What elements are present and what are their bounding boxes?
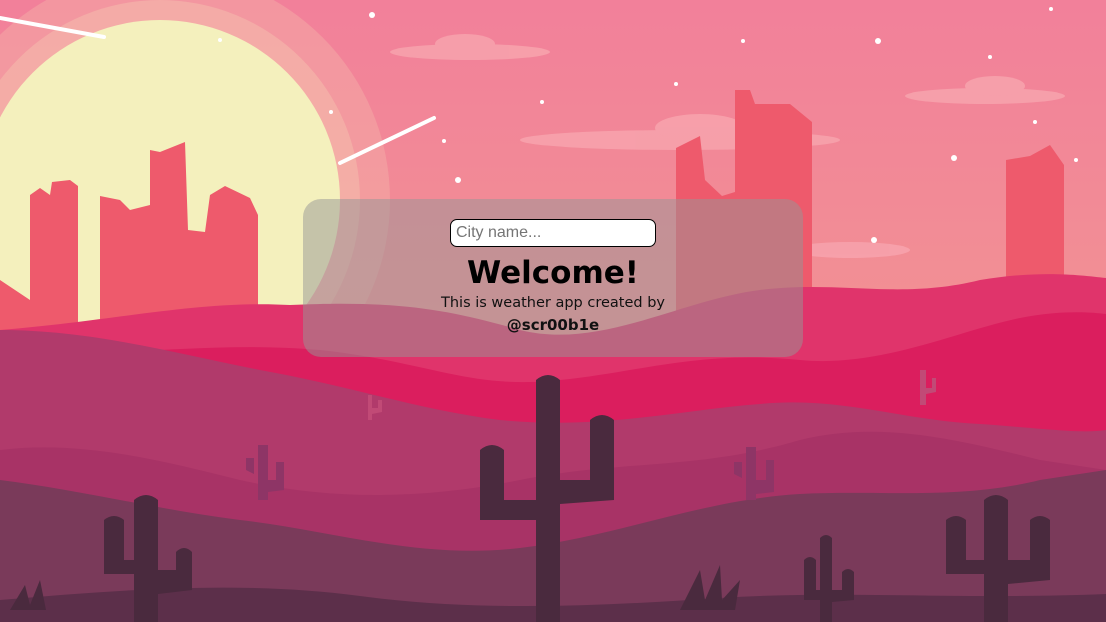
city-search-input[interactable] — [450, 219, 656, 247]
welcome-title: Welcome! — [467, 255, 639, 291]
welcome-subtitle: This is weather app created by — [441, 295, 665, 311]
welcome-card: Welcome! This is weather app created by … — [303, 199, 803, 357]
author-handle: @scr00b1e — [506, 316, 600, 334]
